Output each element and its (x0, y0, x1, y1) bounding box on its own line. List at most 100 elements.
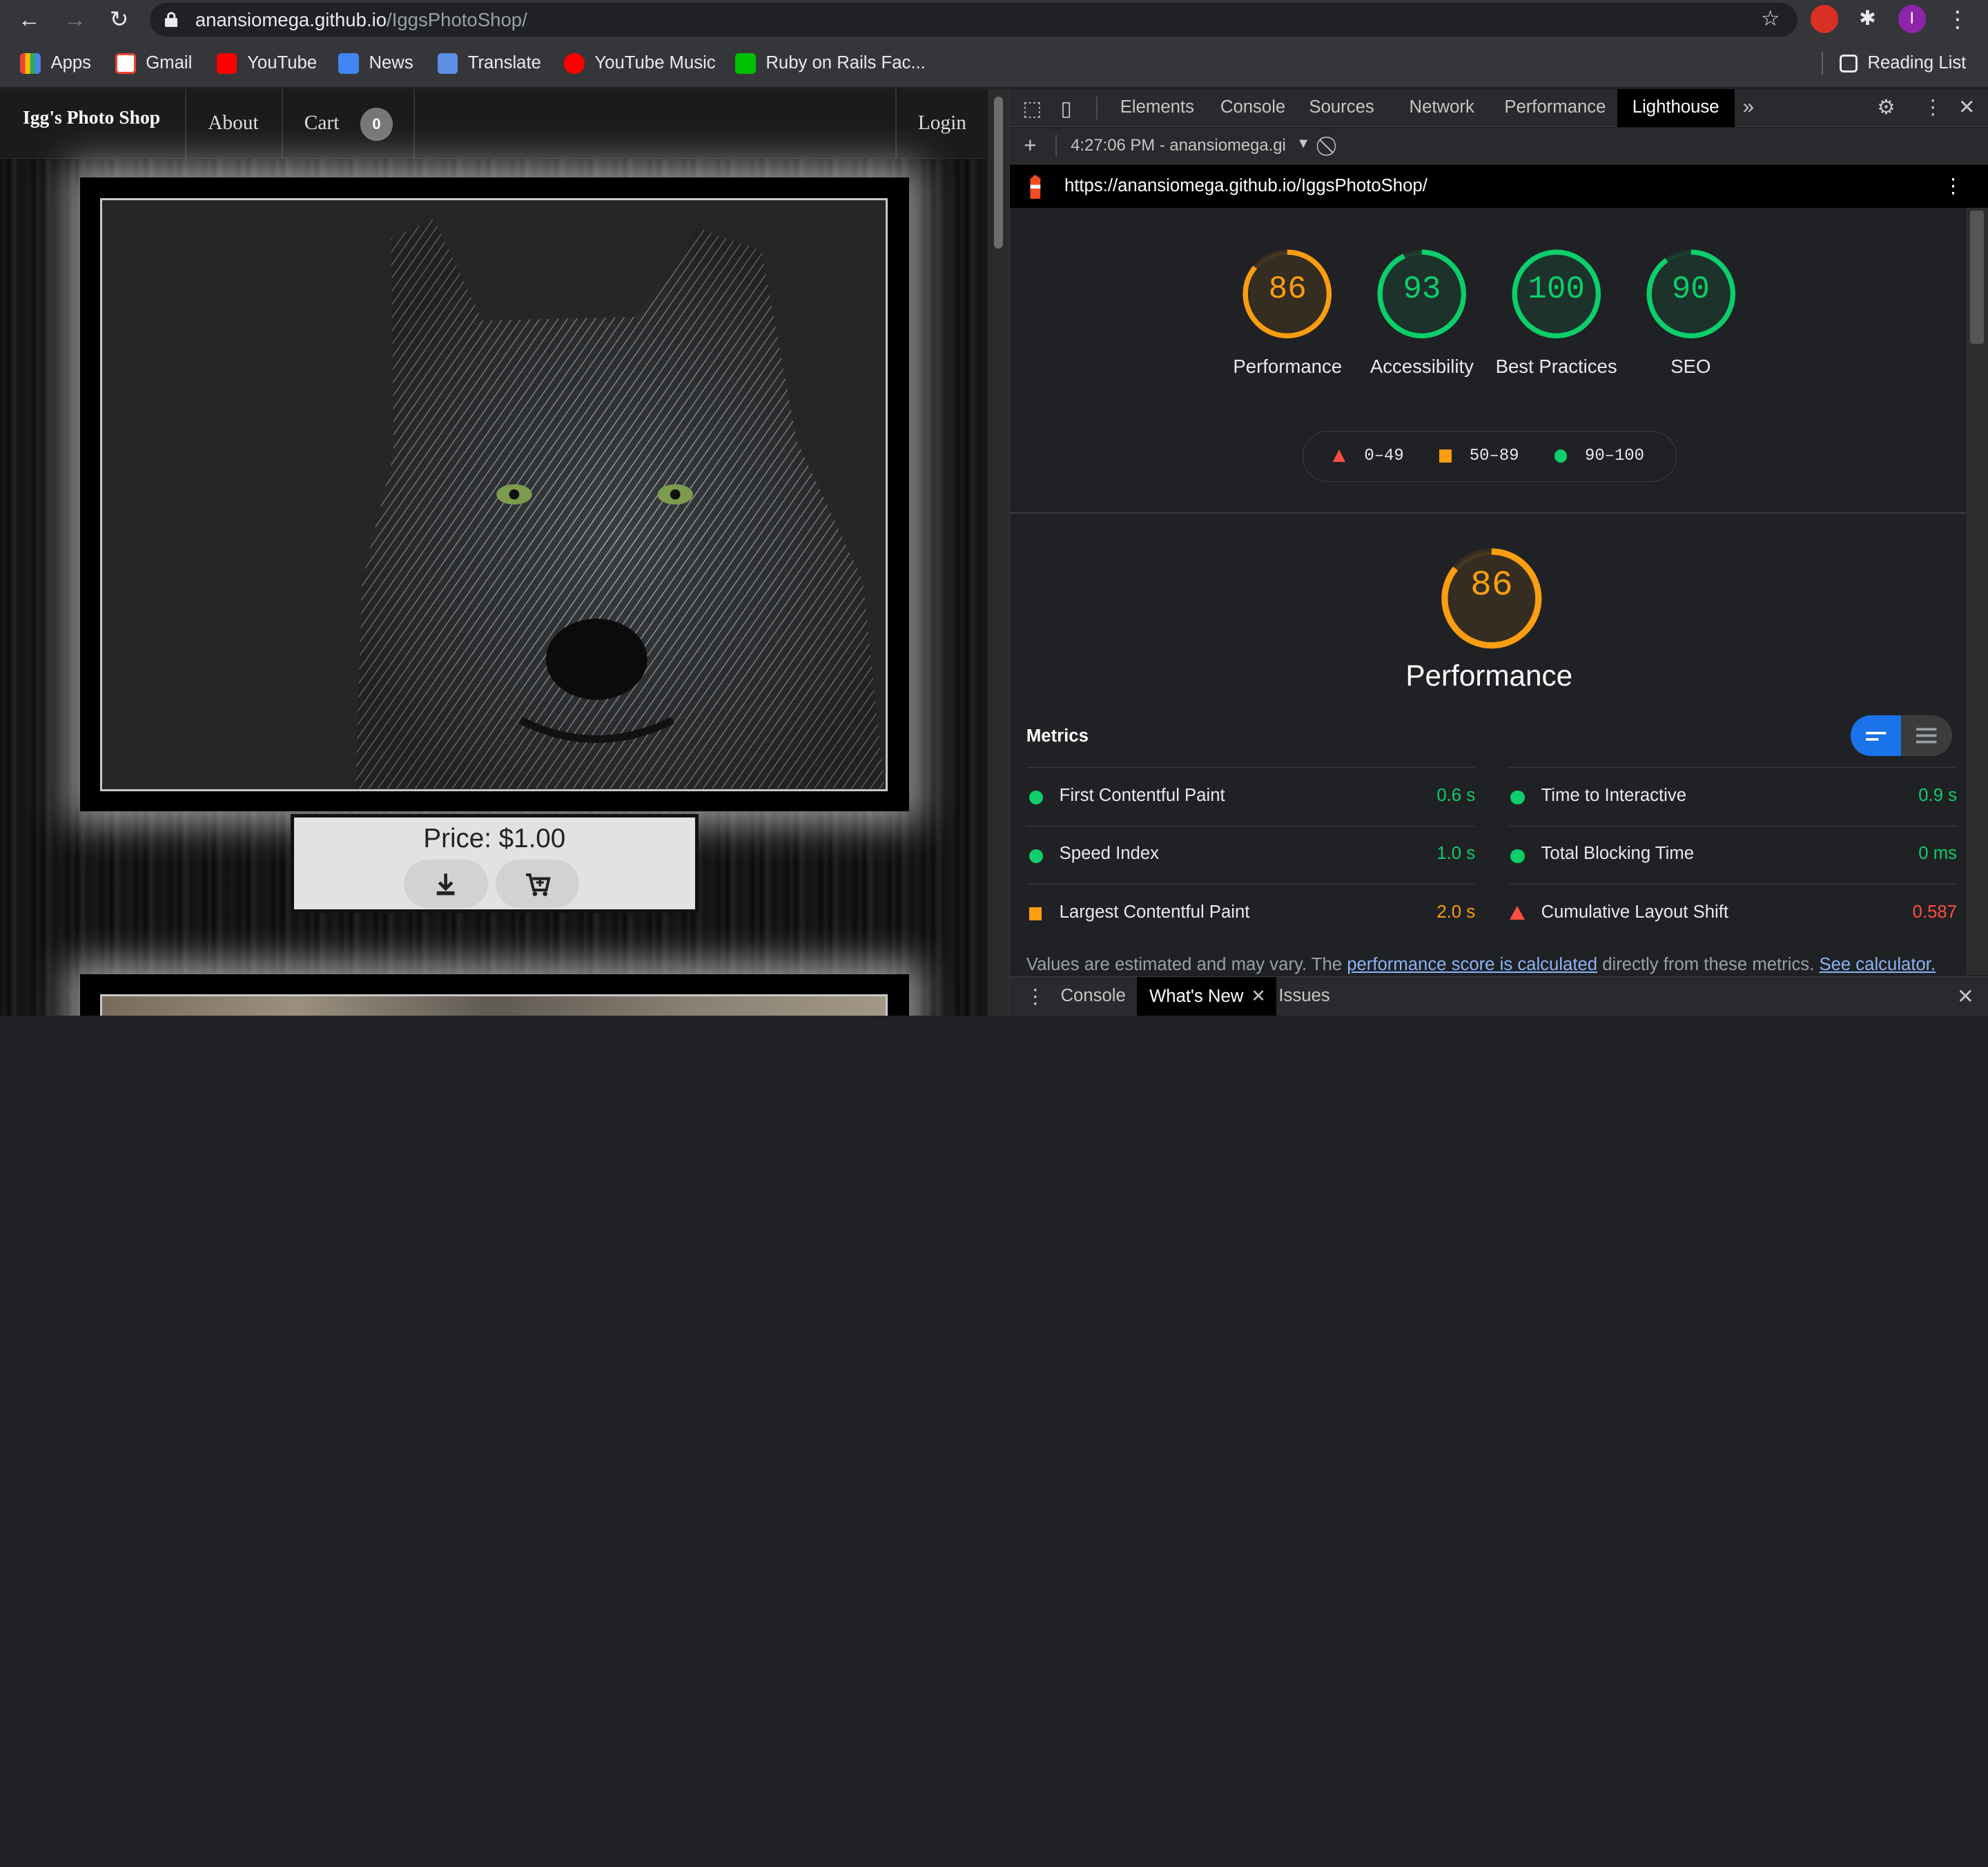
extension-stop-icon[interactable] (1810, 5, 1839, 33)
pass-circle-icon (1029, 849, 1043, 863)
score-label: Best Practices (1495, 355, 1617, 377)
devtools-tabbar: ⬚ ▯ Elements Console Sources Network Per… (1010, 88, 1988, 127)
bookmark-gmail[interactable]: Gmail (115, 52, 192, 75)
back-icon[interactable]: ← (14, 5, 44, 35)
report-url: https://anansiomega.github.io/IggsPhotoS… (1064, 176, 1427, 196)
tab-divider (1095, 96, 1098, 119)
product-frame-2 (79, 974, 909, 1016)
score-label: Accessibility (1370, 355, 1474, 377)
performance-category-title: Performance (1405, 659, 1573, 693)
kebab-menu-icon[interactable]: ⋮ (1942, 5, 1973, 35)
score-gauge-seo[interactable]: 90 SEO (1624, 246, 1758, 380)
section-divider (1010, 512, 1967, 514)
devtools-drawer: ⋮ Console What's New ✕ Issues ✕ (1010, 976, 1988, 1016)
page-scrollbar[interactable] (987, 88, 1009, 1016)
see-calculator-link[interactable]: See calculator. (1819, 955, 1936, 974)
rails-icon (735, 53, 756, 74)
page-scrollbar-thumb[interactable] (993, 96, 1003, 249)
lighthouse-toolbar: + 4:27:06 PM - anansiomega.gi ▼ ⃠ (1010, 128, 1988, 164)
metric-value: 0.9 s (1918, 785, 1957, 805)
expanded-view-icon[interactable] (1901, 715, 1951, 756)
report-selector[interactable]: 4:27:06 PM - anansiomega.gi (1071, 136, 1286, 155)
nav-about-link[interactable]: About (208, 112, 258, 135)
pass-circle-icon (1029, 791, 1043, 805)
legend-pass: 90–100 (1585, 447, 1644, 466)
bookmark-youtube[interactable]: YouTube (217, 52, 317, 75)
wolf-artwork (355, 219, 885, 789)
lock-icon (164, 11, 178, 27)
close-devtools-icon[interactable]: ✕ (1958, 95, 1976, 119)
new-report-plus-icon[interactable]: + (1024, 133, 1036, 158)
download-button[interactable] (404, 859, 488, 908)
devtools-menu-icon[interactable]: ⋮ (1922, 95, 1942, 119)
tab-lighthouse[interactable]: Lighthouse (1617, 88, 1735, 127)
nav-divider (413, 88, 415, 159)
close-drawer-icon[interactable]: ✕ (1957, 985, 1974, 1009)
score-calculated-link[interactable]: performance score is calculated (1347, 955, 1597, 974)
site-brand[interactable]: Igg's Photo Shop (23, 106, 160, 128)
reload-icon[interactable]: ↻ (104, 5, 135, 35)
youtube-icon (217, 53, 237, 74)
drawer-tab-issues[interactable]: Issues (1278, 986, 1329, 1006)
more-tabs-icon[interactable]: » (1743, 95, 1754, 119)
bookmark-youtube-music[interactable]: YouTube Music (564, 52, 716, 75)
profile-avatar[interactable]: I (1898, 5, 1926, 33)
drawer-tab-whats-new[interactable]: What's New ✕ (1136, 977, 1276, 1016)
nav-divider (281, 88, 283, 159)
metric-row: Largest Contentful Paint 2.0 s (1026, 884, 1476, 942)
bookmark-news[interactable]: News (338, 52, 413, 75)
devtools-panel: ⬚ ▯ Elements Console Sources Network Per… (1009, 88, 1988, 1016)
address-bar[interactable]: anansiomega.github.io/IggsPhotoShop/ ☆ (149, 2, 1798, 37)
metric-row: First Contentful Paint 0.6 s (1026, 767, 1476, 825)
forward-icon[interactable]: → (59, 5, 90, 35)
pass-circle-icon (1554, 449, 1568, 463)
tab-console[interactable]: Console (1220, 97, 1285, 117)
legend-average: 50–89 (1469, 447, 1519, 466)
legend-fail: 0–49 (1364, 447, 1404, 466)
device-toolbar-icon[interactable]: ▯ (1060, 97, 1071, 121)
settings-gear-icon[interactable]: ⚙ (1877, 95, 1895, 119)
fail-triangle-icon (1509, 906, 1525, 920)
wolf-photo[interactable] (100, 197, 888, 792)
metric-row: Time to Interactive 0.9 s (1508, 767, 1957, 825)
inspect-element-icon[interactable]: ⬚ (1022, 97, 1042, 121)
bookmark-rails-factory[interactable]: Ruby on Rails Fac... (735, 52, 926, 75)
report-dropdown-caret-icon[interactable]: ▼ (1296, 136, 1310, 152)
report-menu-icon[interactable]: ⋮ (1943, 174, 1963, 198)
reading-list-button[interactable]: Reading List (1840, 52, 1966, 75)
tab-elements[interactable]: Elements (1120, 97, 1194, 117)
tab-sources[interactable]: Sources (1309, 97, 1374, 117)
nav-divider (895, 88, 897, 159)
gmail-icon (115, 53, 136, 74)
report-scrollbar[interactable] (1966, 208, 1988, 976)
drawer-menu-icon[interactable]: ⋮ (1025, 985, 1045, 1009)
toggle-compact-view[interactable] (1850, 715, 1902, 756)
score-value: 93 (1403, 271, 1441, 308)
metrics-view-toggle[interactable] (1850, 715, 1952, 756)
pass-circle-icon (1510, 791, 1525, 805)
product-photo-2[interactable] (100, 994, 888, 1016)
nav-cart-link[interactable]: Cart (304, 112, 340, 135)
tab-network[interactable]: Network (1410, 97, 1474, 117)
bookmark-star-icon[interactable]: ☆ (1761, 6, 1780, 31)
average-square-icon (1439, 449, 1452, 463)
bookmark-apps[interactable]: Apps (20, 52, 91, 75)
score-value: 86 (1268, 271, 1307, 308)
close-tab-icon[interactable]: ✕ (1251, 987, 1266, 1006)
metric-row: Total Blocking Time 0 ms (1508, 825, 1957, 884)
score-gauge-accessibility[interactable]: 93 Accessibility (1355, 246, 1490, 380)
score-gauge-best-practices[interactable]: 100 Best Practices (1489, 246, 1624, 380)
add-to-cart-button[interactable] (495, 859, 579, 908)
score-gauge-performance[interactable]: 86 Performance (1220, 246, 1355, 380)
price-box: Price: $1.00 (290, 814, 699, 913)
compact-view-icon (1865, 731, 1887, 741)
report-scrollbar-thumb[interactable] (1970, 210, 1985, 344)
metric-name: Speed Index (1059, 844, 1159, 864)
tab-performance[interactable]: Performance (1504, 97, 1606, 117)
drawer-tab-console[interactable]: Console (1060, 986, 1125, 1006)
extensions-puzzle-icon[interactable]: ✱ (1853, 5, 1881, 32)
nav-login-link[interactable]: Login (918, 112, 966, 135)
apps-grid-icon (20, 53, 41, 74)
score-label: SEO (1670, 355, 1711, 377)
bookmark-translate[interactable]: Translate (437, 52, 541, 75)
